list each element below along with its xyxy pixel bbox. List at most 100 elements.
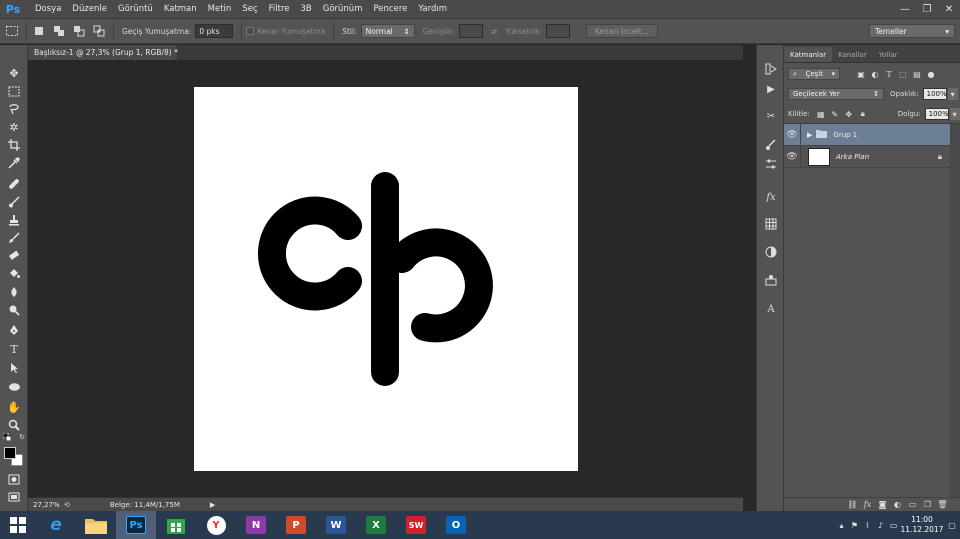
lock-all-icon[interactable]: 🔒︎ [856, 108, 870, 120]
magic-wand-icon[interactable]: ✲ [5, 119, 23, 135]
lock-pixels-icon[interactable]: ✎ [828, 108, 842, 120]
type-tool-icon[interactable]: T [5, 341, 23, 357]
taskbar-yandex[interactable]: Y [196, 511, 236, 539]
marquee-tool-preset-icon[interactable] [4, 24, 20, 38]
feather-input[interactable] [195, 24, 234, 38]
taskbar-powerpoint[interactable]: P [276, 511, 316, 539]
layer-style-icon[interactable]: fx [860, 500, 875, 509]
menu-dosya[interactable]: Dosya [35, 4, 61, 14]
filter-pixel-icon[interactable]: ▣ [854, 68, 868, 80]
taskbar-internet-explorer[interactable]: e [36, 511, 76, 539]
menu-goruntu[interactable]: Görüntü [118, 4, 153, 14]
swap-colors-icon[interactable]: ↻ [19, 433, 25, 441]
document-canvas[interactable] [194, 87, 578, 471]
opacity-slider-arrow-icon[interactable]: ▾ [947, 88, 958, 100]
menu-duzenle[interactable]: Düzenle [72, 4, 107, 14]
menu-metin[interactable]: Metin [208, 4, 232, 14]
expand-group-icon[interactable]: ▶ [807, 131, 812, 139]
hand-tool-icon[interactable]: ✋ [5, 399, 23, 415]
menu-sec[interactable]: Seç [242, 4, 257, 14]
actions-panel-icon[interactable]: ▶ [762, 81, 780, 97]
workspace-select[interactable]: Temeller ▾ [869, 24, 955, 38]
ellipse-tool-icon[interactable] [5, 379, 23, 395]
add-mask-icon[interactable]: ◙ [875, 500, 890, 509]
menu-filtre[interactable]: Filtre [269, 4, 290, 14]
link-layers-icon[interactable]: ⛓ [845, 500, 860, 509]
show-hidden-icons-icon[interactable]: ▴ [835, 521, 848, 530]
taskbar-file-explorer[interactable] [76, 511, 116, 539]
visibility-eye-icon[interactable]: 👁︎ [784, 152, 800, 162]
swatches-panel-icon[interactable] [762, 216, 780, 232]
zoom-tool-icon[interactable] [5, 417, 23, 433]
restore-button[interactable]: ❐ [916, 0, 938, 19]
close-button[interactable]: ✕ [938, 0, 960, 19]
quick-mask-icon[interactable] [5, 471, 23, 487]
taskbar-word[interactable]: W [316, 511, 356, 539]
color-panel-icon[interactable] [762, 244, 780, 260]
taskbar-solidworks[interactable]: SW [396, 511, 436, 539]
new-selection-icon[interactable] [31, 24, 47, 38]
swap-icon[interactable]: ⇄ [491, 27, 497, 36]
taskbar-photoshop[interactable]: Ps [116, 511, 156, 539]
healing-brush-icon[interactable] [5, 176, 23, 192]
default-colors-icon[interactable]: ↻ [3, 433, 25, 441]
lock-transparent-icon[interactable]: ▦ [814, 108, 828, 120]
height-input[interactable] [545, 24, 570, 38]
brush-panel-icon[interactable] [762, 137, 780, 153]
tab-layers[interactable]: Katmanlar [784, 47, 833, 62]
blend-mode-select[interactable]: Geçilecek Yer ⇕ [788, 88, 884, 100]
add-selection-icon[interactable] [51, 24, 67, 38]
history-panel-icon[interactable] [762, 61, 780, 77]
width-input[interactable] [458, 24, 483, 38]
foreground-color-swatch[interactable] [4, 447, 16, 459]
taskbar-onenote[interactable]: N [236, 511, 276, 539]
taskbar-outlook[interactable]: O [436, 511, 476, 539]
layer-row-grup-1[interactable]: 👁︎ ▶ Grup 1 [784, 123, 950, 146]
clone-stamp-icon[interactable] [5, 212, 23, 228]
styles-panel-icon[interactable]: fx [762, 189, 780, 205]
wifi-icon[interactable]: ⌇ [861, 521, 874, 530]
notifications-icon[interactable]: ▢ [944, 521, 960, 530]
opacity-input[interactable]: 100% [922, 88, 947, 100]
fill-input[interactable]: 100% [924, 108, 949, 120]
paint-bucket-icon[interactable] [5, 266, 23, 282]
filter-smart-object-icon[interactable]: ▤ [910, 68, 924, 80]
status-menu-arrow-icon[interactable]: ▶ [210, 501, 215, 509]
minimize-button[interactable]: — [894, 0, 916, 19]
tool-presets-icon[interactable]: ✂ [762, 108, 780, 124]
crop-icon[interactable] [5, 137, 23, 153]
path-selection-icon[interactable] [5, 360, 23, 376]
layer-filter-select[interactable]: ⌕ Çeşit ▾ [788, 68, 840, 80]
intersect-selection-icon[interactable] [91, 24, 107, 38]
menu-gorunum[interactable]: Görünüm [323, 4, 363, 14]
clock[interactable]: 11:00 11.12.2017 [900, 515, 944, 535]
lasso-icon[interactable] [5, 101, 23, 117]
eyedropper-icon[interactable] [5, 155, 23, 171]
zoom-level[interactable]: 27,27% [28, 501, 60, 509]
delete-layer-icon[interactable]: 🗑︎ [935, 500, 950, 509]
refine-edge-button[interactable]: Kenarı İncelt... [585, 24, 658, 38]
history-brush-icon[interactable] [5, 230, 23, 246]
taskbar-excel[interactable]: X [356, 511, 396, 539]
blur-tool-icon[interactable] [5, 284, 23, 300]
fill-slider-arrow-icon[interactable]: ▾ [949, 108, 960, 120]
visibility-eye-icon[interactable]: 👁︎ [784, 130, 800, 140]
filter-type-icon[interactable]: T [882, 68, 896, 80]
pen-tool-icon[interactable] [5, 322, 23, 338]
menu-yardim[interactable]: Yardım [418, 4, 447, 14]
filter-shape-icon[interactable]: ⬚ [896, 68, 910, 80]
antialias-checkbox[interactable] [246, 24, 255, 38]
brush-icon[interactable] [5, 194, 23, 210]
new-layer-icon[interactable]: ❐ [920, 500, 935, 509]
layer-row-arka-plan[interactable]: 👁︎ Arka Plan 🔒︎ [784, 145, 950, 168]
style-select[interactable]: Normal ⇕ [360, 24, 415, 38]
lock-position-icon[interactable]: ✥ [842, 108, 856, 120]
adjust-panel-icon[interactable] [762, 156, 780, 172]
menu-katman[interactable]: Katman [164, 4, 197, 14]
filter-adjustment-icon[interactable]: ◐ [868, 68, 882, 80]
new-group-icon[interactable]: ▭ [905, 500, 920, 509]
taskbar-store[interactable] [156, 511, 196, 539]
start-button[interactable] [0, 511, 36, 539]
screen-mode-icon[interactable] [5, 489, 23, 505]
character-panel-icon[interactable]: A [762, 301, 780, 317]
